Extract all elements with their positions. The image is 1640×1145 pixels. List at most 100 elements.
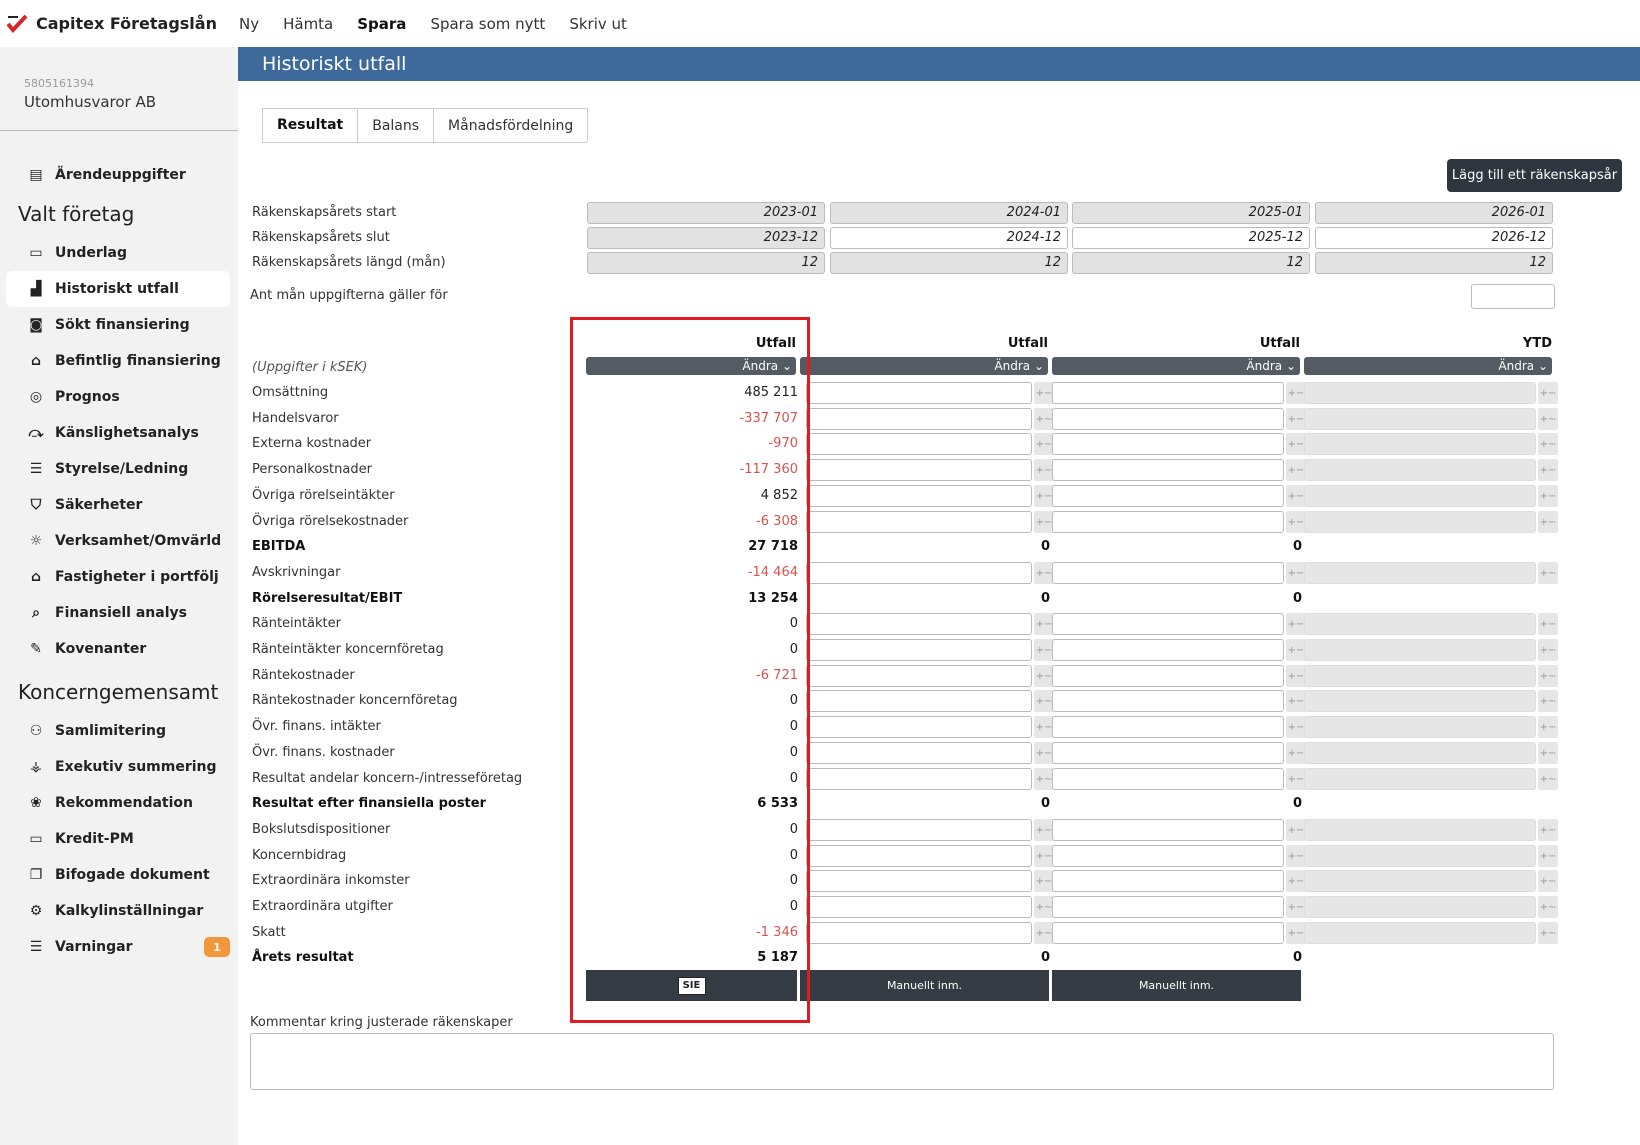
plus-minus-icon[interactable]: +− xyxy=(1538,382,1558,404)
plus-minus-icon[interactable]: +− xyxy=(1034,690,1054,712)
value-input[interactable] xyxy=(1052,896,1284,918)
tab-balans[interactable]: Balans xyxy=(357,108,435,142)
value-input[interactable] xyxy=(806,562,1032,584)
sidebar-item-verksamhet-omvärld[interactable]: ☼ Verksamhet/Omvärld xyxy=(6,523,230,559)
comment-textarea[interactable] xyxy=(250,1033,1554,1090)
nav-item[interactable]: Ny xyxy=(239,15,259,33)
plus-minus-icon[interactable]: +− xyxy=(1286,382,1306,404)
value-input[interactable] xyxy=(1052,613,1284,635)
plus-minus-icon[interactable]: +− xyxy=(1538,562,1558,584)
value-input[interactable] xyxy=(806,665,1032,687)
sidebar-item-fastigheter-i-portfölj[interactable]: ⌂ Fastigheter i portfölj xyxy=(6,559,230,595)
add-fiscal-year-button[interactable]: Lägg till ett räkenskapsår xyxy=(1447,159,1622,192)
plus-minus-icon[interactable]: +− xyxy=(1286,819,1306,841)
plus-minus-icon[interactable]: +− xyxy=(1286,408,1306,430)
plus-minus-icon[interactable]: +− xyxy=(1034,382,1054,404)
value-input[interactable] xyxy=(806,896,1032,918)
plus-minus-icon[interactable]: +− xyxy=(1034,511,1054,533)
change-dropdown[interactable]: Ändra ⌄ xyxy=(1052,357,1300,375)
plus-minus-icon[interactable]: +− xyxy=(1286,922,1306,944)
value-input[interactable] xyxy=(1052,742,1284,764)
plus-minus-icon[interactable]: +− xyxy=(1538,459,1558,481)
sidebar-item-samlimitering[interactable]: ⚇ Samlimitering xyxy=(6,713,230,749)
plus-minus-icon[interactable]: +− xyxy=(1286,613,1306,635)
plus-minus-icon[interactable]: +− xyxy=(1034,716,1054,738)
value-input[interactable] xyxy=(806,768,1032,790)
sidebar-item-exekutiv-summering[interactable]: ⚶ Exekutiv summering xyxy=(6,749,230,785)
value-input[interactable] xyxy=(806,922,1032,944)
plus-minus-icon[interactable]: +− xyxy=(1286,870,1306,892)
plus-minus-icon[interactable]: +− xyxy=(1538,613,1558,635)
value-input[interactable] xyxy=(1052,716,1284,738)
plus-minus-icon[interactable]: +− xyxy=(1286,459,1306,481)
value-input[interactable] xyxy=(806,485,1032,507)
sidebar-item-sökt-finansiering[interactable]: ◙ Sökt finansiering xyxy=(6,307,230,343)
tab-månadsfördelning[interactable]: Månadsfördelning xyxy=(433,108,589,142)
plus-minus-icon[interactable]: +− xyxy=(1538,511,1558,533)
plus-minus-icon[interactable]: +− xyxy=(1034,562,1054,584)
value-input[interactable] xyxy=(806,819,1032,841)
sidebar-item-finansiell-analys[interactable]: ⌕ Finansiell analys xyxy=(6,595,230,631)
plus-minus-icon[interactable]: +− xyxy=(1034,870,1054,892)
period-end-field[interactable]: 2025-12 xyxy=(1072,227,1310,249)
plus-minus-icon[interactable]: +− xyxy=(1538,665,1558,687)
plus-minus-icon[interactable]: +− xyxy=(1286,896,1306,918)
plus-minus-icon[interactable]: +− xyxy=(1034,922,1054,944)
sidebar-item-rekommendation[interactable]: ❀ Rekommendation xyxy=(6,785,230,821)
plus-minus-icon[interactable]: +− xyxy=(1034,742,1054,764)
value-input[interactable] xyxy=(806,408,1032,430)
plus-minus-icon[interactable]: +− xyxy=(1034,768,1054,790)
plus-minus-icon[interactable]: +− xyxy=(1286,433,1306,455)
value-input[interactable] xyxy=(1052,922,1284,944)
value-input[interactable] xyxy=(1052,408,1284,430)
plus-minus-icon[interactable]: +− xyxy=(1538,485,1558,507)
sidebar-item-bifogade-dokument[interactable]: ❐ Bifogade dokument xyxy=(6,857,230,893)
plus-minus-icon[interactable]: +− xyxy=(1034,613,1054,635)
sidebar-item-kovenanter[interactable]: ✎ Kovenanter xyxy=(6,631,230,667)
plus-minus-icon[interactable]: +− xyxy=(1034,639,1054,661)
plus-minus-icon[interactable]: +− xyxy=(1538,716,1558,738)
value-input[interactable] xyxy=(1052,459,1284,481)
sidebar-item-historiskt-utfall[interactable]: ▟ Historiskt utfall xyxy=(6,271,230,307)
months-input[interactable] xyxy=(1471,284,1555,309)
plus-minus-icon[interactable]: +− xyxy=(1538,845,1558,867)
value-input[interactable] xyxy=(806,870,1032,892)
value-input[interactable] xyxy=(1052,639,1284,661)
plus-minus-icon[interactable]: +− xyxy=(1286,485,1306,507)
plus-minus-icon[interactable]: +− xyxy=(1286,562,1306,584)
nav-item[interactable]: Spara xyxy=(357,15,406,33)
sidebar-item-underlag[interactable]: ▭ Underlag xyxy=(6,235,230,271)
nav-item[interactable]: Spara som nytt xyxy=(430,15,545,33)
value-input[interactable] xyxy=(806,511,1032,533)
value-input[interactable] xyxy=(806,639,1032,661)
value-input[interactable] xyxy=(806,459,1032,481)
sidebar-item-varningar[interactable]: ☰ Varningar 1 xyxy=(6,929,230,965)
sidebar-item-styrelse-ledning[interactable]: ☰ Styrelse/Ledning xyxy=(6,451,230,487)
sidebar-item-befintlig-finansiering[interactable]: ⌂ Befintlig finansiering xyxy=(6,343,230,379)
sidebar-item-kredit-pm[interactable]: ▭ Kredit-PM xyxy=(6,821,230,857)
plus-minus-icon[interactable]: +− xyxy=(1286,716,1306,738)
plus-minus-icon[interactable]: +− xyxy=(1034,665,1054,687)
sidebar-item-kalkylinställningar[interactable]: ⚙ Kalkylinställningar xyxy=(6,893,230,929)
value-input[interactable] xyxy=(1052,511,1284,533)
sidebar-item-säkerheter[interactable]: ⛉ Säkerheter xyxy=(6,487,230,523)
value-input[interactable] xyxy=(1052,690,1284,712)
plus-minus-icon[interactable]: +− xyxy=(1286,768,1306,790)
plus-minus-icon[interactable]: +− xyxy=(1034,408,1054,430)
value-input[interactable] xyxy=(1052,870,1284,892)
plus-minus-icon[interactable]: +− xyxy=(1034,459,1054,481)
sidebar-item-prognos[interactable]: ◎ Prognos xyxy=(6,379,230,415)
sidebar-item-ärendeuppgifter[interactable]: ▤ Ärendeuppgifter xyxy=(6,157,230,193)
nav-item[interactable]: Skriv ut xyxy=(569,15,627,33)
value-input[interactable] xyxy=(1052,819,1284,841)
plus-minus-icon[interactable]: +− xyxy=(1538,870,1558,892)
tab-resultat[interactable]: Resultat xyxy=(262,108,359,142)
value-input[interactable] xyxy=(806,433,1032,455)
plus-minus-icon[interactable]: +− xyxy=(1538,922,1558,944)
plus-minus-icon[interactable]: +− xyxy=(1034,433,1054,455)
value-input[interactable] xyxy=(806,613,1032,635)
value-input[interactable] xyxy=(806,845,1032,867)
value-input[interactable] xyxy=(1052,845,1284,867)
plus-minus-icon[interactable]: +− xyxy=(1286,665,1306,687)
value-input[interactable] xyxy=(1052,382,1284,404)
